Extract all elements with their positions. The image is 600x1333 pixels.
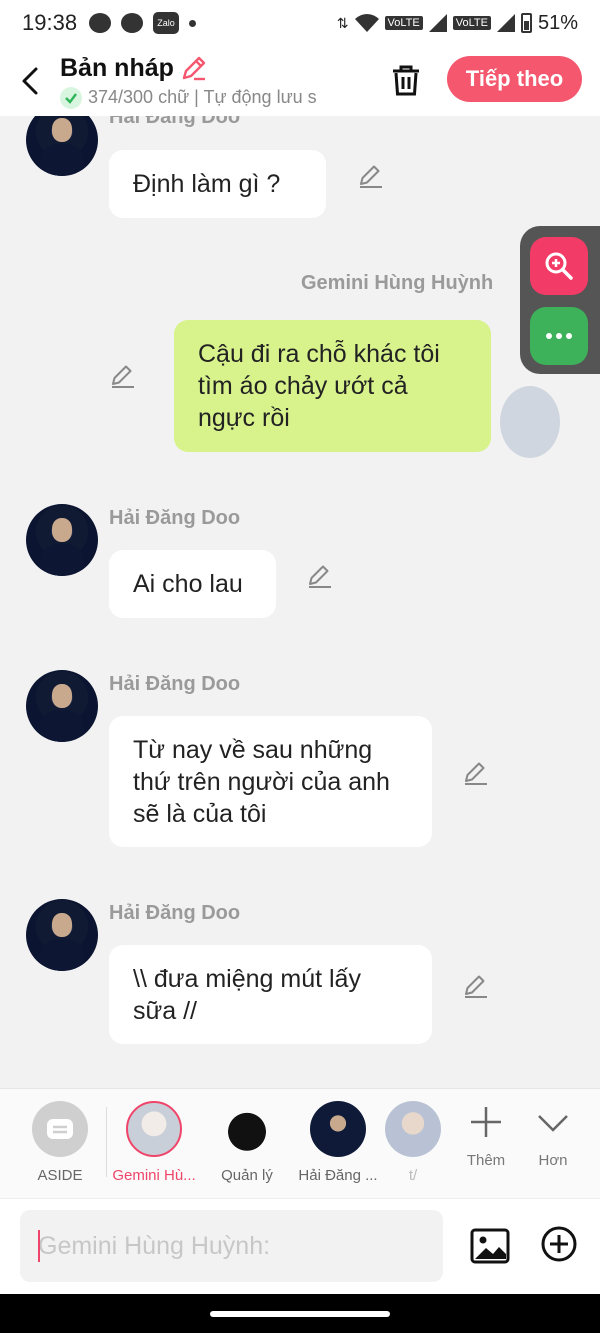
sender-name: Hải Đăng Doo bbox=[109, 673, 241, 695]
home-indicator[interactable] bbox=[210, 1311, 390, 1317]
ellipsis-icon bbox=[546, 333, 572, 339]
message-bubble[interactable]: Định làm gì ? bbox=[109, 150, 326, 218]
zoom-button[interactable] bbox=[530, 237, 588, 295]
add-character-button[interactable]: Thêm bbox=[456, 1105, 516, 1169]
avatar-gemini-hung[interactable] bbox=[500, 386, 560, 458]
word-count-status: 374/300 chữ | Tự động lưu s bbox=[88, 87, 317, 107]
back-arrow-icon bbox=[22, 67, 38, 95]
avatar-hai-dang[interactable] bbox=[26, 116, 98, 176]
edit-message-icon[interactable] bbox=[306, 562, 334, 590]
avatar-silhouette bbox=[219, 1101, 275, 1157]
system-navigation-bar bbox=[0, 1294, 600, 1333]
avatar-hai-dang[interactable] bbox=[26, 504, 98, 576]
message-bubble[interactable]: Từ nay về sau những thứ trên người của a… bbox=[109, 716, 432, 847]
chevron-down-icon bbox=[538, 1115, 568, 1132]
delete-button[interactable] bbox=[386, 60, 426, 100]
character-aside[interactable]: ASIDE bbox=[15, 1101, 105, 1184]
character-hai-dang[interactable]: Hải Đăng ... bbox=[293, 1101, 383, 1184]
character-name: Gemini Hù... bbox=[112, 1167, 196, 1184]
less-label: Hơn bbox=[538, 1152, 568, 1169]
trash-icon bbox=[393, 65, 419, 96]
avatar bbox=[126, 1101, 182, 1157]
text-caret bbox=[38, 1230, 40, 1262]
signal-icon-2 bbox=[496, 14, 515, 32]
zoom-in-icon bbox=[545, 252, 573, 280]
sender-name: Hải Đăng Doo bbox=[109, 507, 241, 529]
battery-icon bbox=[520, 13, 532, 33]
back-button[interactable] bbox=[0, 46, 60, 116]
avatar-hai-dang[interactable] bbox=[26, 899, 98, 971]
more-options-button[interactable] bbox=[530, 307, 588, 365]
top-app-bar: Bản nháp 374/300 chữ | Tự động lưu s Tiế… bbox=[0, 46, 600, 116]
messenger-icon bbox=[121, 13, 144, 33]
image-icon[interactable] bbox=[470, 1226, 510, 1266]
character-name: ASIDE bbox=[37, 1167, 83, 1184]
volte-badge-2: VoLTE bbox=[452, 16, 491, 30]
wifi-icon bbox=[354, 14, 379, 32]
data-arrows-icon: ⇅ bbox=[336, 14, 349, 31]
sender-name: Gemini Hùng Huỳnh bbox=[301, 272, 494, 294]
chat-notification-icon bbox=[89, 13, 112, 33]
saved-check-icon bbox=[60, 86, 82, 109]
more-label: Thêm bbox=[466, 1152, 506, 1169]
battery-percent: 51% bbox=[537, 11, 578, 34]
divider bbox=[106, 1107, 107, 1177]
avatar bbox=[310, 1101, 366, 1157]
next-button[interactable]: Tiếp theo bbox=[447, 56, 582, 102]
status-time: 19:38 bbox=[22, 10, 78, 35]
more-notifications-dot-icon bbox=[189, 19, 197, 27]
status-bar: 19:38 Zalo ⇅ VoLTE VoLTE 51% bbox=[0, 0, 600, 46]
character-name: Hải Đăng ... bbox=[298, 1167, 378, 1184]
page-title: Bản nháp bbox=[60, 53, 174, 82]
message-bubble[interactable]: \\ đưa miệng mút lấy sữa // bbox=[109, 945, 432, 1044]
zalo-icon: Zalo bbox=[153, 12, 180, 34]
character-selector-bar: ASIDE Gemini Hù... Quản lý Hải Đăng ... … bbox=[0, 1088, 600, 1198]
add-circle-icon[interactable] bbox=[540, 1225, 578, 1263]
collapse-button[interactable]: Hơn bbox=[523, 1105, 583, 1169]
character-name: t/ bbox=[408, 1167, 418, 1184]
character-quan-ly[interactable]: Quản lý bbox=[202, 1101, 292, 1184]
character-gemini-hung[interactable]: Gemini Hù... bbox=[109, 1101, 199, 1184]
edit-title-pencil-icon[interactable] bbox=[180, 54, 208, 82]
edit-message-icon[interactable] bbox=[109, 362, 137, 390]
sender-name: Hải Đăng Doo bbox=[109, 116, 241, 128]
avatar bbox=[385, 1101, 441, 1157]
title-block: Bản nháp 374/300 chữ | Tự động lưu s bbox=[60, 54, 360, 109]
avatar-hai-dang[interactable] bbox=[26, 670, 98, 742]
character-name: Quản lý bbox=[221, 1167, 273, 1184]
edit-message-icon[interactable] bbox=[462, 972, 490, 1000]
edit-message-icon[interactable] bbox=[462, 759, 490, 787]
volte-badge: VoLTE bbox=[384, 16, 423, 30]
aside-icon bbox=[32, 1101, 88, 1157]
message-input-bar bbox=[0, 1198, 600, 1294]
notification-icons: Zalo bbox=[89, 12, 197, 34]
message-bubble[interactable]: Ai cho lau bbox=[109, 550, 276, 618]
edit-message-icon[interactable] bbox=[357, 162, 385, 190]
sender-name: Hải Đăng Doo bbox=[109, 902, 241, 924]
signal-icon bbox=[428, 14, 447, 32]
message-bubble-own[interactable]: Cậu đi ra chỗ khác tôi tìm áo chảy ướt c… bbox=[174, 320, 491, 452]
character-partial[interactable]: t/ bbox=[383, 1101, 443, 1184]
chat-area[interactable]: Hải Đăng Doo Định làm gì ? Gemini Hùng H… bbox=[0, 116, 600, 1088]
system-icons: ⇅ VoLTE VoLTE 51% bbox=[337, 12, 578, 35]
message-input[interactable] bbox=[20, 1210, 443, 1282]
plus-icon bbox=[471, 1107, 501, 1137]
